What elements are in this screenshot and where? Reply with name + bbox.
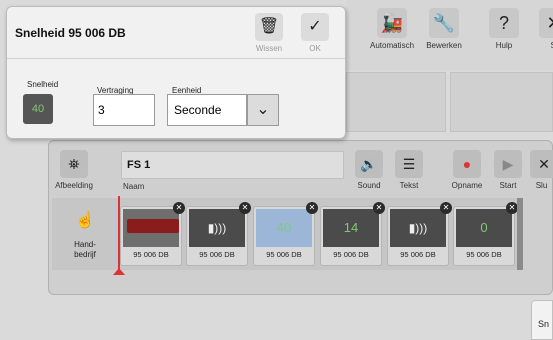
close-label-top: Sl — [532, 41, 553, 50]
manual-mode-label: Hand- bedrijf — [74, 240, 96, 259]
train-image-icon: ⛯ — [60, 150, 88, 178]
sound-label: Sound — [357, 181, 381, 190]
speed-label: Snelheid — [27, 80, 59, 89]
locomotive-image — [127, 219, 179, 233]
close-label-train: Slu — [535, 181, 548, 190]
ok-label: OK — [309, 44, 321, 53]
tile-label: 95 006 DB — [466, 250, 502, 259]
text-label: Tekst — [399, 181, 419, 190]
automatic-button[interactable]: 🚂 Automatisch — [370, 8, 414, 50]
playhead-line[interactable] — [118, 196, 120, 270]
ghost-slot — [346, 72, 446, 132]
close-button-train[interactable]: ✕ Slu — [530, 150, 553, 190]
tile-speed-value: 14 — [343, 220, 359, 235]
text-button[interactable]: ☰ Tekst — [390, 150, 428, 190]
ok-button[interactable]: ✓ OK — [296, 13, 334, 53]
sound-icon: 🔊 — [355, 150, 383, 178]
tile-face: ▮))) — [189, 209, 245, 247]
unit-select[interactable]: Seconde — [167, 94, 247, 126]
delay-input[interactable]: 3 — [93, 94, 155, 126]
remove-tile-icon[interactable]: ✕ — [173, 202, 185, 214]
sound-button[interactable]: 🔊 Sound — [350, 150, 388, 190]
record-button[interactable]: ● Opname — [445, 150, 489, 190]
edit-button[interactable]: 🔧 Bewerken — [422, 8, 466, 50]
name-label: Naam — [123, 182, 145, 191]
dialog-title: Snelheid 95 006 DB — [15, 26, 126, 40]
tile-label: 95 006 DB — [266, 250, 302, 259]
delete-label: Wissen — [255, 44, 283, 53]
chevron-down-icon[interactable]: ⌄ — [247, 94, 279, 126]
tile-label: 95 006 DB — [333, 250, 369, 259]
tile-face: 40 — [256, 209, 312, 247]
strip-scrollbar[interactable] — [517, 198, 523, 270]
remove-tile-icon[interactable]: ✕ — [306, 202, 318, 214]
sequence-tile[interactable]: ▮))) 95 006 DB ✕ — [387, 202, 452, 266]
ghost-slot — [450, 72, 553, 132]
close-icon: ✕ — [539, 8, 553, 38]
record-label: Opname — [451, 181, 483, 190]
record-icon: ● — [453, 150, 481, 178]
sequence-tile[interactable]: 14 95 006 DB ✕ — [320, 202, 385, 266]
help-label: Hulp — [495, 41, 513, 50]
checkmark-icon: ✓ — [301, 13, 329, 41]
speed-value[interactable]: 40 — [23, 94, 53, 124]
start-label: Start — [499, 181, 517, 190]
remove-tile-icon[interactable]: ✕ — [239, 202, 251, 214]
main-toolbar: 🚂 Automatisch 🔧 Bewerken ? Hulp ✕ Sl — [346, 0, 553, 70]
sequence-tile[interactable]: 40 95 006 DB ✕ — [253, 202, 318, 266]
tile-label: 95 006 DB — [199, 250, 235, 259]
manual-mode[interactable]: ☝ Hand- bedrijf — [60, 210, 110, 260]
wrench-icon: 🔧 — [429, 8, 459, 38]
sequence-tile[interactable]: 95 006 DB ✕ — [120, 202, 185, 266]
sequence-tile[interactable]: ▮))) 95 006 DB ✕ — [186, 202, 251, 266]
close-icon: ✕ — [530, 150, 553, 178]
corner-tab[interactable]: Sn — [531, 300, 553, 340]
automatic-label: Automatisch — [370, 41, 415, 50]
horn-icon: ▮))) — [408, 221, 428, 235]
tile-speed-value: 40 — [276, 220, 292, 235]
train-name-input[interactable]: FS 1 — [121, 151, 344, 179]
tile-label: 95 006 DB — [133, 250, 169, 259]
tile-speed-value: 0 — [480, 220, 488, 235]
edit-label: Bewerken — [426, 41, 462, 50]
play-icon: ▶ — [494, 150, 522, 178]
sequence-tile[interactable]: 0 95 006 DB ✕ — [453, 202, 518, 266]
tile-label: 95 006 DB — [400, 250, 436, 259]
tile-face: 0 — [456, 209, 512, 247]
close-button-top[interactable]: ✕ Sl — [532, 8, 553, 50]
image-button[interactable]: ⛯ Afbeelding — [52, 150, 96, 190]
remove-tile-icon[interactable]: ✕ — [373, 202, 385, 214]
horn-icon: ▮))) — [207, 221, 227, 235]
text-icon: ☰ — [395, 150, 423, 178]
locomotive-icon: 🚂 — [377, 8, 407, 38]
dialog-header: Snelheid 95 006 DB 🗑 Wissen ✓ OK — [7, 7, 345, 59]
hand-icon: ☝ — [75, 212, 95, 229]
tile-face: 14 — [323, 209, 379, 247]
trash-icon: 🗑 — [255, 13, 283, 41]
tile-face — [123, 209, 179, 247]
tile-face: ▮))) — [390, 209, 446, 247]
image-label: Afbeelding — [55, 181, 93, 190]
playhead-marker[interactable] — [113, 268, 125, 275]
help-button[interactable]: ? Hulp — [482, 8, 526, 50]
start-button[interactable]: ▶ Start — [492, 150, 524, 190]
help-icon: ? — [489, 8, 519, 38]
remove-tile-icon[interactable]: ✕ — [440, 202, 452, 214]
delete-button[interactable]: 🗑 Wissen — [250, 13, 288, 53]
